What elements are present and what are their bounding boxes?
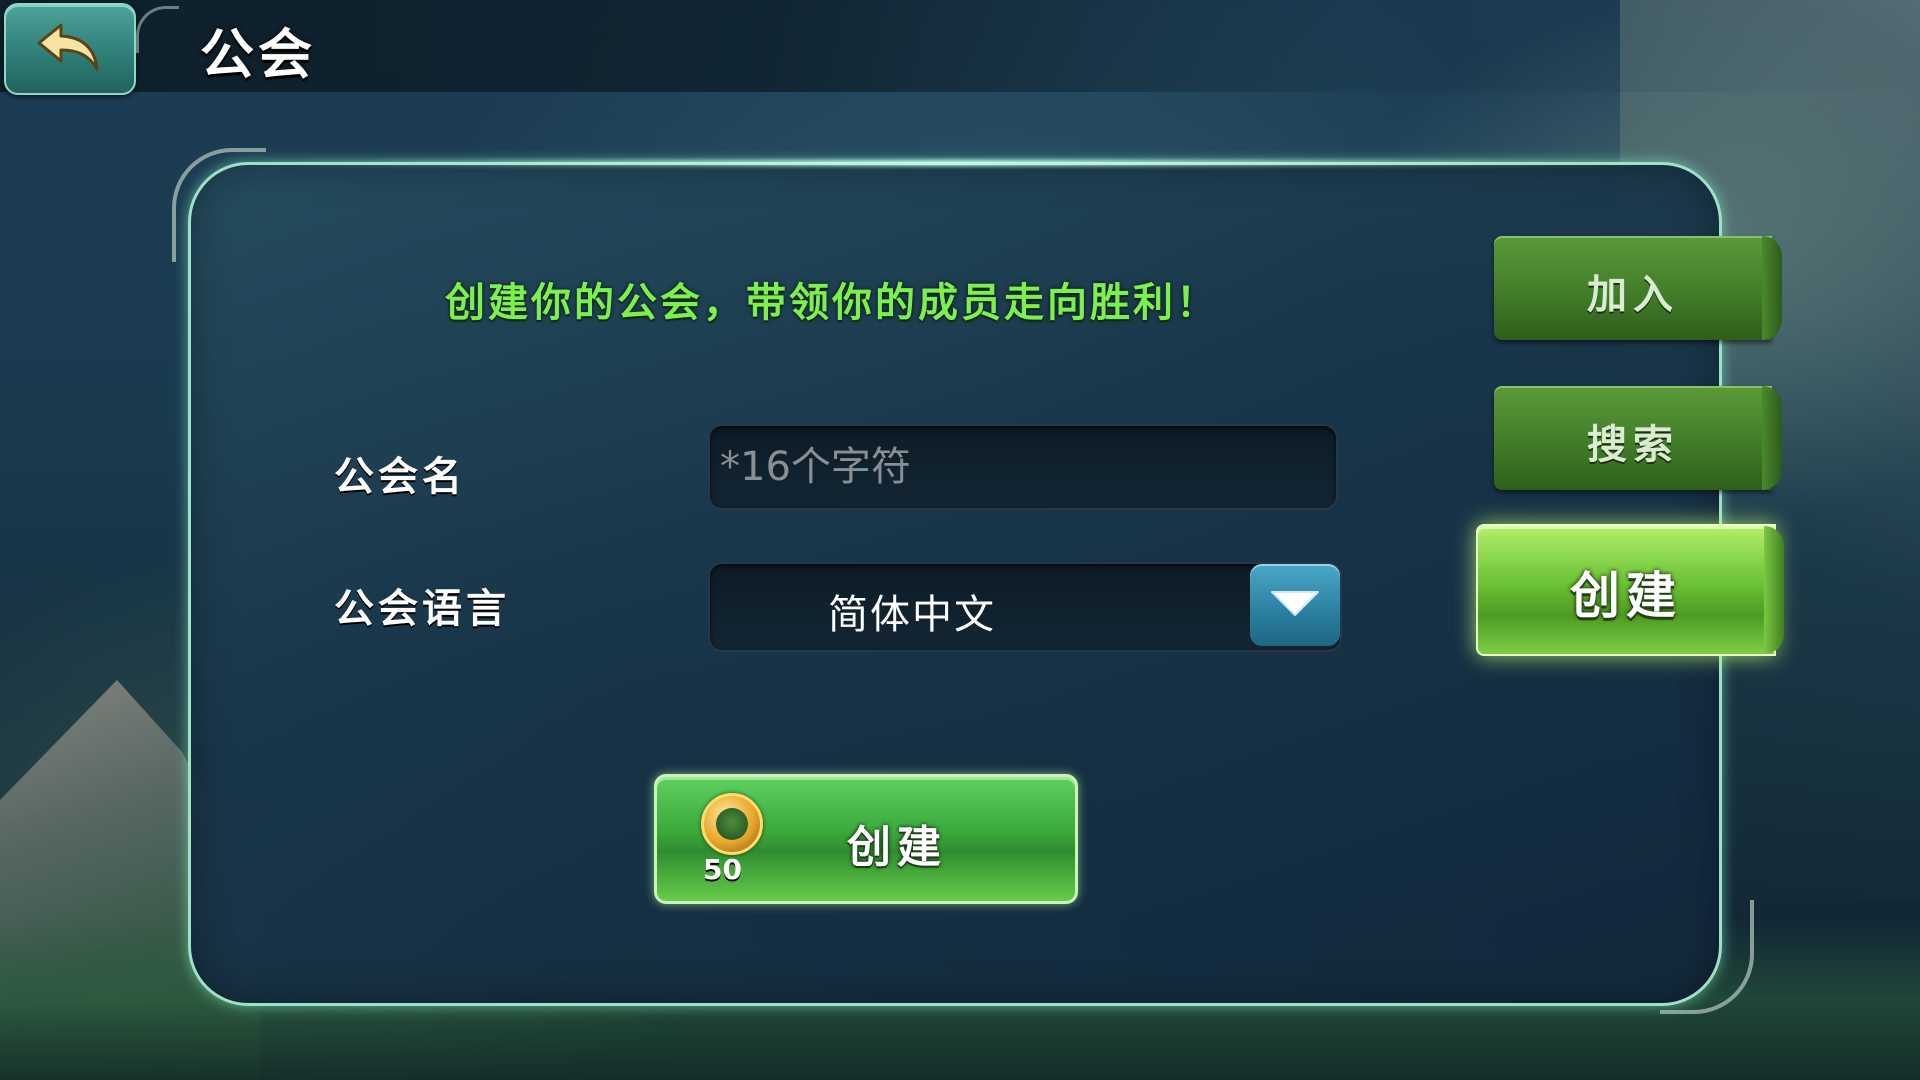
back-button[interactable] bbox=[4, 3, 136, 95]
tab-create[interactable]: 创建 bbox=[1476, 524, 1784, 656]
gold-coin-icon bbox=[701, 793, 763, 855]
dropdown-toggle-button[interactable] bbox=[1250, 564, 1340, 646]
guild-language-value: 简体中文 bbox=[828, 592, 996, 638]
guild-language-label: 公会语言 bbox=[334, 586, 510, 632]
tab-create-label: 创建 bbox=[1570, 567, 1682, 625]
tab-join[interactable]: 加入 bbox=[1494, 236, 1782, 340]
panel-corner-ornament bbox=[172, 148, 266, 262]
guild-name-input[interactable] bbox=[708, 424, 1338, 510]
guild-language-dropdown[interactable]: 简体中文 bbox=[708, 562, 1342, 652]
create-guild-slogan: 创建你的公会，带领你的成员走向胜利！ bbox=[445, 280, 1219, 326]
chevron-down-icon bbox=[1269, 588, 1321, 622]
tab-search-label: 搜索 bbox=[1587, 422, 1679, 468]
page-title: 公会 bbox=[200, 23, 316, 86]
panel-glow bbox=[250, 160, 1650, 166]
guild-name-label: 公会名 bbox=[334, 454, 466, 500]
tab-search[interactable]: 搜索 bbox=[1494, 386, 1782, 490]
tab-join-label: 加入 bbox=[1587, 272, 1679, 318]
back-arrow-icon bbox=[35, 19, 105, 79]
create-guild-button-label: 创建 bbox=[847, 822, 947, 873]
create-cost: 50 bbox=[703, 853, 742, 886]
create-guild-button[interactable]: 50 创建 bbox=[654, 774, 1078, 904]
